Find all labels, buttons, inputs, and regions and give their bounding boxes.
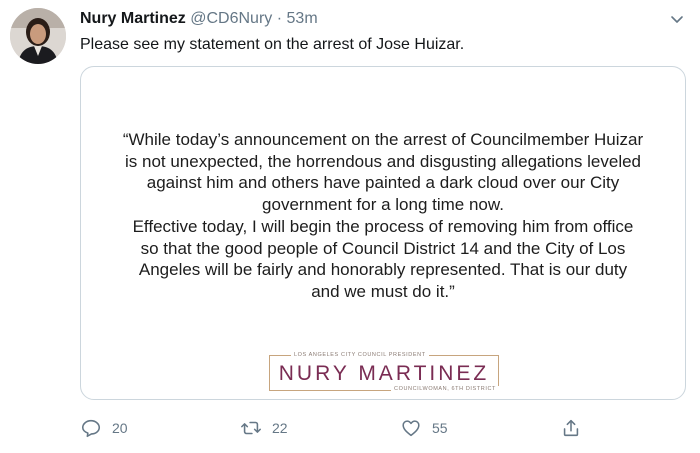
timestamp[interactable]: 53m <box>287 10 318 27</box>
like-button[interactable]: 55 <box>400 414 448 442</box>
logo-name: NURY MARTINEZ <box>278 362 490 385</box>
tweet-header: Nury Martinez @CD6Nury · 53m <box>80 8 660 30</box>
statement-line: government for a long time now. <box>262 195 504 215</box>
statement-line: Effective today, I will begin the proces… <box>132 216 634 236</box>
statement-line: against him and others have painted a da… <box>146 173 620 193</box>
user-handle[interactable]: @CD6Nury <box>190 10 272 27</box>
statement-image-card[interactable]: “While today’s announcement on the arres… <box>80 66 686 400</box>
separator: · <box>276 10 283 27</box>
reply-button[interactable]: 20 <box>80 414 128 442</box>
statement-line: and we must do it.” <box>311 281 455 301</box>
avatar-image <box>10 8 66 64</box>
reply-count: 20 <box>112 420 128 436</box>
avatar[interactable] <box>10 8 66 64</box>
like-icon <box>402 420 420 437</box>
tweet[interactable]: Nury Martinez @CD6Nury · 53m Please see … <box>0 0 700 453</box>
statement-line: is not unexpected, the horrendous and di… <box>124 151 642 171</box>
like-count: 55 <box>432 420 448 436</box>
share-icon <box>563 419 579 437</box>
retweet-count: 22 <box>272 420 288 436</box>
signature-logo: LOS ANGELES CITY COUNCIL PRESIDENT NURY … <box>269 351 499 395</box>
share-button[interactable] <box>560 414 582 442</box>
statement-text: “While today’s announcement on the arres… <box>81 129 685 303</box>
tweet-text: Please see my statement on the arrest of… <box>80 36 465 53</box>
retweet-button[interactable]: 22 <box>240 414 288 442</box>
reply-icon <box>81 419 101 438</box>
tweet-actions: 20 22 55 <box>80 414 600 442</box>
retweet-icon <box>241 421 261 435</box>
statement-line: so that the good people of Council Distr… <box>140 238 626 258</box>
logo-bottom-text: COUNCILWOMAN, 6TH DISTRICT <box>391 386 499 392</box>
statement-line: “While today’s announcement on the arres… <box>122 130 644 149</box>
display-name[interactable]: Nury Martinez <box>80 10 186 27</box>
statement-line: Angeles will be fairly and honorably rep… <box>138 260 628 280</box>
chevron-down-icon[interactable] <box>668 10 686 28</box>
logo-top-text: LOS ANGELES CITY COUNCIL PRESIDENT <box>269 351 499 361</box>
